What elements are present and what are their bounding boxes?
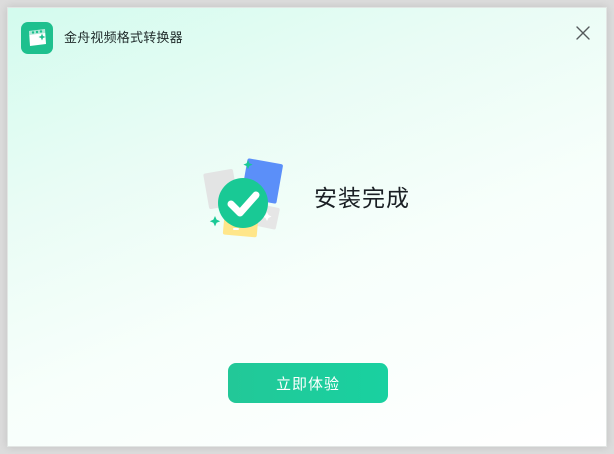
title-bar: 金舟视频格式转换器: [8, 8, 606, 64]
install-status: 安装完成: [200, 154, 460, 244]
try-now-button[interactable]: 立即体验: [228, 363, 388, 403]
install-complete-text: 安装完成: [314, 186, 410, 212]
app-logo-icon: [21, 22, 53, 54]
close-icon: [576, 26, 590, 40]
close-button[interactable]: [572, 22, 594, 44]
app-title: 金舟视频格式转换器: [64, 31, 183, 46]
installer-window: 金舟视频格式转换器 安装完成 立即体验: [7, 7, 607, 447]
checkmark-success-icon: [203, 158, 283, 238]
